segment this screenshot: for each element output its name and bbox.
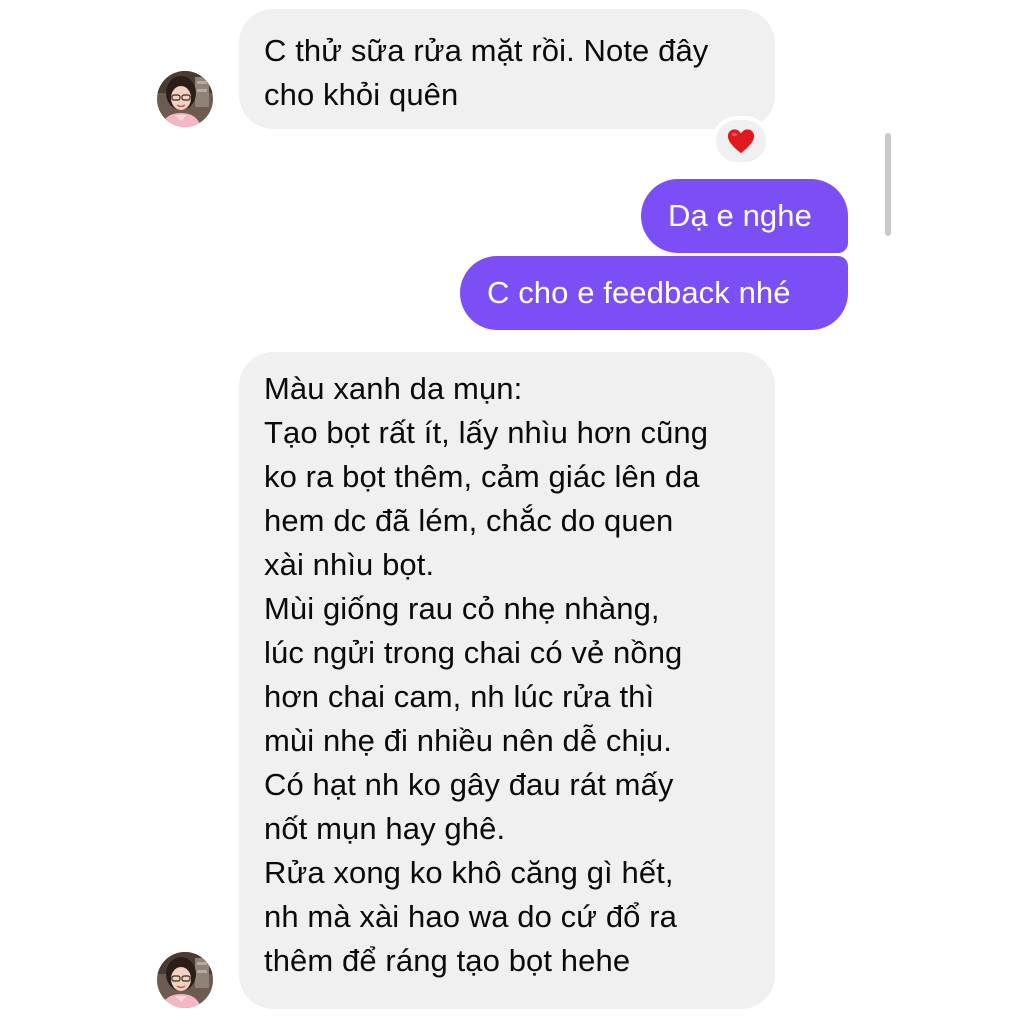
message-text-line: Mùi giống rau cỏ nhẹ nhàng,	[264, 591, 660, 626]
message-text-line: thêm để ráng tạo bọt hehe	[264, 943, 631, 978]
message-text-line: xài nhìu bọt.	[264, 547, 435, 582]
avatar[interactable]	[157, 952, 213, 1008]
heart-icon	[727, 129, 755, 154]
avatar[interactable]	[157, 71, 213, 127]
avatar-photo	[157, 952, 213, 1008]
message-text-line: Tạo bọt rất ít, lấy nhìu hơn cũng	[264, 415, 709, 450]
message-text-line: Có hạt nh ko gây đau rát mấy	[264, 767, 674, 802]
message-text-line: nh mà xài hao wa do cứ đổ ra	[264, 899, 678, 934]
incoming-message-bubble[interactable]: Màu xanh da mụn: Tạo bọt rất ít, lấy nhì…	[239, 352, 775, 1009]
message-text-line: ko ra bọt thêm, cảm giác lên da	[264, 459, 700, 494]
outgoing-message-bubble[interactable]: Dạ e nghe	[641, 179, 848, 253]
message-text-line: hem dc đã lém, chắc do quen	[264, 503, 674, 538]
message-text-line: C thử sữa rửa mặt rồi. Note đây	[264, 33, 709, 68]
message-text-line: cho khỏi quên	[264, 77, 459, 112]
chat-thread: C thử sữa rửa mặt rồi. Note đây cho khỏi…	[0, 0, 1024, 1024]
message-text-line: Dạ e nghe	[668, 198, 812, 233]
incoming-message-bubble[interactable]: C thử sữa rửa mặt rồi. Note đây cho khỏi…	[239, 9, 775, 129]
scrollbar[interactable]	[885, 133, 891, 236]
message-text-line: Rửa xong ko khô căng gì hết,	[264, 855, 674, 890]
message-reaction[interactable]	[712, 116, 770, 166]
message-text-line: hơn chai cam, nh lúc rửa thì	[264, 679, 655, 714]
message-text-line: mùi nhẹ đi nhiều nên dễ chịu.	[264, 723, 672, 758]
message-text-line: lúc ngửi trong chai có vẻ nồng	[264, 635, 683, 670]
message-text-line: C cho e feedback nhé	[487, 275, 791, 310]
message-text-line: Màu xanh da mụn:	[264, 371, 523, 406]
outgoing-message-bubble[interactable]: C cho e feedback nhé	[460, 256, 848, 330]
message-text-line: nốt mụn hay ghê.	[264, 811, 506, 846]
avatar-photo	[157, 71, 213, 127]
